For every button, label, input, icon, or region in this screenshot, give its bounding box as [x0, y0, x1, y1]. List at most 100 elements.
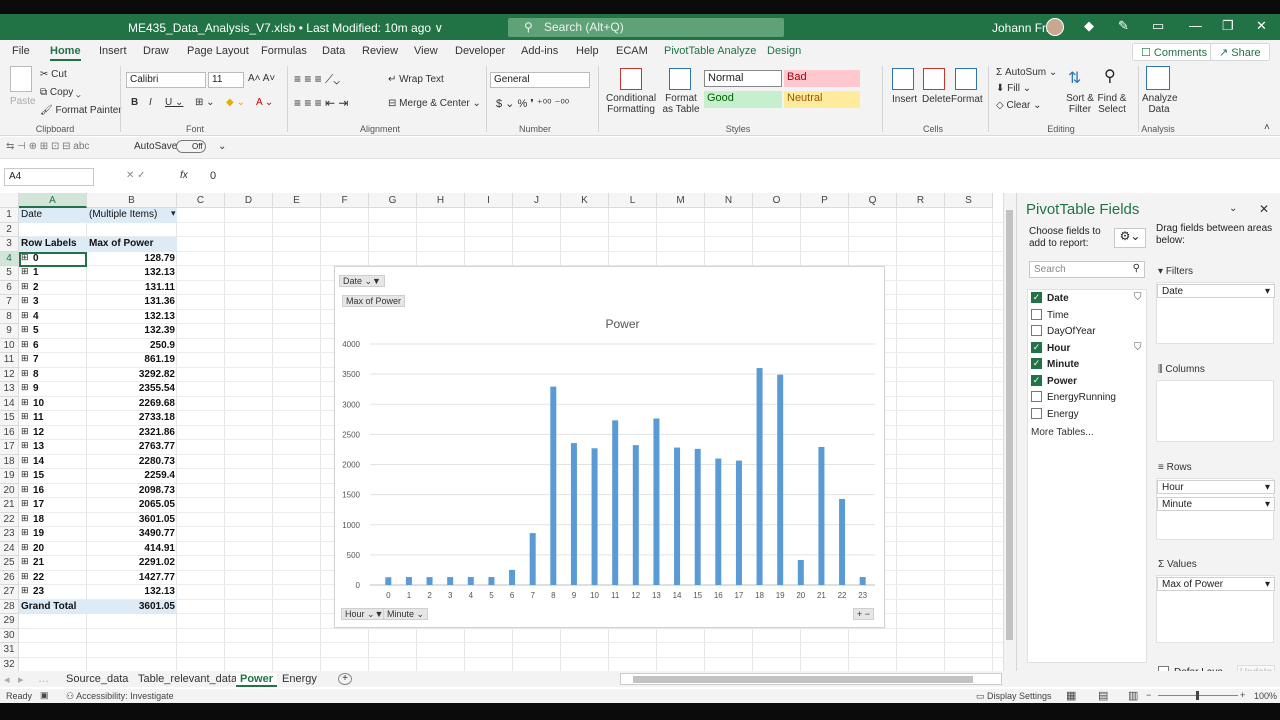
italic-button[interactable]: I — [149, 97, 152, 108]
tab-add-ins[interactable]: Add-ins — [521, 45, 558, 57]
tab-formulas[interactable]: Formulas — [261, 45, 307, 57]
diamond-icon[interactable]: ◆ — [1084, 18, 1094, 34]
pivot-filter-value[interactable]: (Multiple Items) — [87, 208, 177, 223]
row-header[interactable]: 11 — [0, 353, 19, 368]
expand-icon[interactable]: ⊞ — [21, 310, 29, 321]
chart-bar[interactable] — [385, 577, 392, 585]
column-header[interactable]: I — [465, 193, 513, 208]
row-header[interactable]: 2 — [0, 222, 19, 237]
insert-cells-button[interactable]: Insert — [892, 94, 917, 105]
row-header[interactable]: 4 — [0, 251, 19, 266]
column-header[interactable]: E — [273, 193, 321, 208]
row-header[interactable]: 12 — [0, 367, 19, 382]
pivot-row-value[interactable]: 2355.54 — [89, 382, 175, 397]
zoom-in-icon[interactable]: + — [1240, 690, 1245, 700]
column-header[interactable]: N — [705, 193, 753, 208]
row-header[interactable]: 22 — [0, 512, 19, 527]
row-header[interactable]: 14 — [0, 396, 19, 411]
expand-icon[interactable]: ⊞ — [21, 440, 29, 451]
autosum-button[interactable]: Σ AutoSum ⌄ — [996, 67, 1057, 78]
cut-button[interactable]: ✂ Cut — [40, 69, 67, 80]
sheet-tab-table-relevant-data[interactable]: Table_relevant_data — [138, 673, 237, 685]
pivot-row-label[interactable]: 10 — [21, 397, 85, 412]
display-settings[interactable]: ▭ Display Settings — [976, 691, 1052, 702]
add-sheet-icon[interactable]: + — [338, 673, 352, 685]
pivot-row-value[interactable]: 132.13 — [89, 310, 175, 325]
chart-bar[interactable] — [426, 577, 433, 585]
row-header[interactable]: 17 — [0, 440, 19, 455]
search-box[interactable]: ⚲ Search (Alt+Q) — [508, 18, 784, 37]
formula-input[interactable]: 0 — [210, 170, 216, 182]
pivot-row-value[interactable]: 132.13 — [89, 585, 175, 600]
share-button[interactable]: ↗ Share — [1210, 43, 1270, 61]
expand-icon[interactable]: ⊞ — [21, 469, 29, 480]
pivot-row-label[interactable]: 16 — [21, 484, 85, 499]
borders-icon[interactable]: ⊞ ⌄ — [195, 97, 215, 108]
row-header[interactable]: 27 — [0, 585, 19, 600]
chart-bar[interactable] — [839, 498, 846, 585]
pivot-row-value[interactable]: 132.39 — [89, 324, 175, 339]
fx-icon[interactable]: fx — [180, 170, 188, 181]
checkbox-icon[interactable] — [1031, 391, 1042, 402]
expand-icon[interactable]: ⊞ — [21, 411, 29, 422]
chart-title[interactable]: Power — [605, 317, 639, 331]
pivot-row-value[interactable]: 2259.4 — [89, 469, 175, 484]
pivot-row-label[interactable]: 21 — [21, 556, 85, 571]
expand-icon[interactable]: ⊞ — [21, 324, 29, 335]
sheet-tab-source-data[interactable]: Source_data — [66, 673, 128, 685]
chart-bar[interactable] — [632, 445, 639, 585]
select-all-corner[interactable] — [0, 193, 19, 208]
expand-icon[interactable]: ⊞ — [21, 295, 29, 306]
chart-bar[interactable] — [797, 560, 804, 585]
column-header[interactable]: O — [753, 193, 801, 208]
field-item[interactable]: ✓ Date — [1031, 292, 1069, 304]
avatar[interactable] — [1046, 18, 1064, 36]
expand-icon[interactable]: ⊞ — [21, 527, 29, 538]
chart-axis-minute-button[interactable]: Minute ⌄ — [383, 608, 429, 620]
columns-area[interactable] — [1156, 380, 1274, 442]
rows-item-hour[interactable]: Hour ▾ — [1157, 480, 1275, 494]
row-header[interactable]: 10 — [0, 338, 19, 353]
grand-total-value[interactable]: 3601.05 — [87, 599, 177, 614]
pivot-row-label[interactable]: 20 — [21, 542, 85, 557]
fill-button[interactable]: ⬇ Fill ⌄ — [996, 83, 1031, 94]
tab-page-layout[interactable]: Page Layout — [187, 45, 249, 57]
pivot-row-value[interactable]: 3601.05 — [89, 513, 175, 528]
pivot-row-label[interactable]: 18 — [21, 513, 85, 528]
row-header[interactable]: 19 — [0, 469, 19, 484]
row-header[interactable]: 24 — [0, 541, 19, 556]
row-header[interactable]: 1 — [0, 208, 19, 223]
format-cells-button[interactable]: Format — [951, 94, 983, 105]
expand-icon[interactable]: ⊞ — [21, 498, 29, 509]
bold-button[interactable]: B — [131, 97, 138, 108]
pivot-row-label[interactable]: 17 — [21, 498, 85, 513]
expand-icon[interactable]: ⊞ — [21, 484, 29, 495]
expand-icon[interactable]: ⊞ — [21, 339, 29, 350]
style-neutral[interactable]: Neutral — [784, 91, 860, 108]
pivot-row-value[interactable]: 3490.77 — [89, 527, 175, 542]
collapse-ribbon-icon[interactable]: ˄ — [1264, 122, 1270, 133]
field-item[interactable]: EnergyRunning — [1031, 391, 1116, 403]
chart-axis-hour-button[interactable]: Hour ⌄▼ — [341, 608, 388, 620]
row-header[interactable]: 23 — [0, 527, 19, 542]
pivot-row-value[interactable]: 250.9 — [89, 339, 175, 354]
chart-bar[interactable] — [735, 460, 742, 585]
pivot-chart[interactable]: Date ⌄▼ Max of Power Power 0 500 1000 1500 20… — [334, 266, 885, 628]
values-item-max-power[interactable]: Max of Power ▾ — [1157, 577, 1275, 591]
field-item[interactable]: Time — [1031, 308, 1069, 321]
tab-pivottable-analyze[interactable]: PivotTable Analyze — [664, 45, 756, 57]
chart-bar[interactable] — [467, 577, 474, 585]
number-format-select[interactable]: General — [490, 72, 590, 88]
field-item[interactable]: ✓ Minute — [1031, 358, 1079, 370]
merge-center-button[interactable]: ⊟ Merge & Center ⌄ — [388, 98, 481, 109]
pivot-row-label[interactable]: 15 — [21, 469, 85, 484]
format-painter-button[interactable]: 🖌 Format Painter — [40, 105, 122, 116]
chart-bar[interactable] — [756, 368, 763, 585]
font-color-icon[interactable]: A ⌄ — [256, 97, 273, 108]
align-top-icons[interactable]: ≡ ≡ ≡ ⟋⌄ — [294, 72, 340, 87]
row-header[interactable]: 13 — [0, 382, 19, 397]
pivot-row-label[interactable]: 19 — [21, 527, 85, 542]
pivot-row-value[interactable]: 131.36 — [89, 295, 175, 310]
pivot-row-label[interactable]: 4 — [21, 310, 85, 325]
row-header[interactable]: 7 — [0, 295, 19, 310]
